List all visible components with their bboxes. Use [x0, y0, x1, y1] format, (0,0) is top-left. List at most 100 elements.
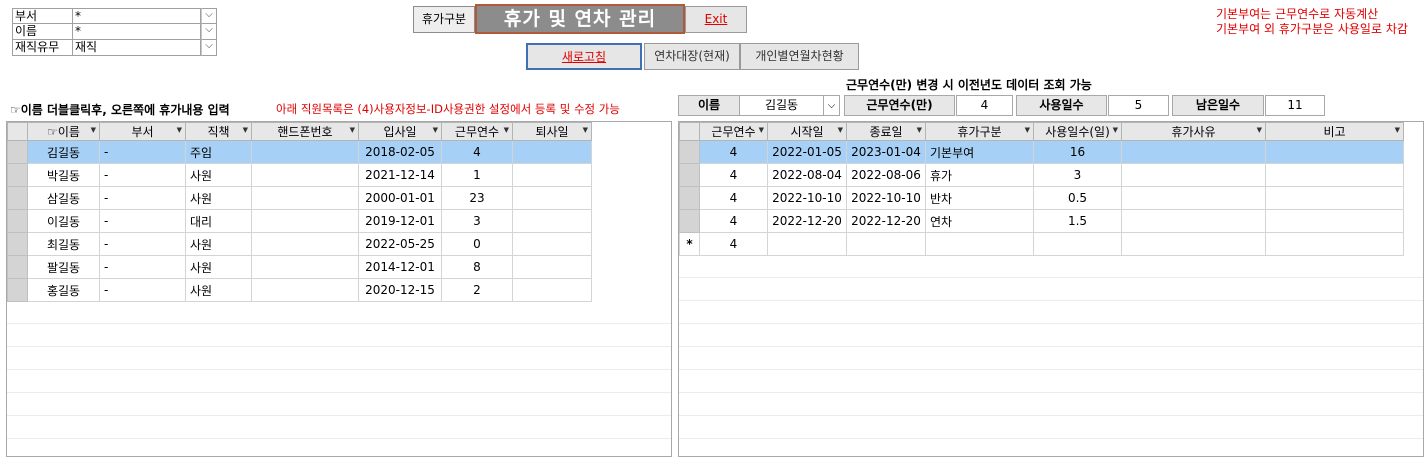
cell-years[interactable]: 23 — [441, 186, 513, 210]
cell-hire-date[interactable]: 2019-12-01 — [358, 209, 442, 233]
row-selector[interactable] — [7, 186, 28, 210]
row-selector[interactable] — [7, 140, 28, 164]
col-header-position[interactable]: 직책 ▼ — [185, 122, 252, 141]
sort-arrow-icon[interactable]: ▼ — [1257, 126, 1262, 134]
exit-button[interactable]: Exit — [685, 6, 747, 33]
row-selector[interactable] — [679, 186, 700, 210]
cell-hire-date[interactable]: 2022-05-25 — [358, 232, 442, 256]
cell-days-used[interactable]: 0.5 — [1033, 186, 1122, 210]
col-header-phone[interactable]: 핸드폰번호 ▼ — [251, 122, 359, 141]
col-header-remarks[interactable]: 비고 ▼ — [1265, 122, 1404, 141]
cell-dept[interactable]: - — [99, 186, 186, 210]
filter-dept-combo[interactable]: * — [73, 8, 201, 24]
table-row[interactable]: 김길동 - 주임 2018-02-05 4 — [7, 140, 592, 164]
cell-start-date[interactable]: 2022-08-04 — [767, 163, 847, 187]
cell-years[interactable]: 4 — [699, 232, 768, 256]
cell-dept[interactable]: - — [99, 163, 186, 187]
cell-years[interactable]: 3 — [441, 209, 513, 233]
table-row[interactable]: 박길동 - 사원 2021-12-14 1 — [7, 163, 592, 187]
cell-remarks[interactable] — [1265, 140, 1404, 164]
cell-leave-date[interactable] — [512, 140, 592, 164]
cell-position[interactable]: 사원 — [185, 255, 252, 279]
cell-leave-type[interactable]: 기본부여 — [925, 140, 1034, 164]
chevron-down-icon[interactable]: ⌵ — [201, 8, 217, 24]
cell-position[interactable]: 사원 — [185, 278, 252, 302]
cell-hire-date[interactable]: 2018-02-05 — [358, 140, 442, 164]
cell-leave-date[interactable] — [512, 278, 592, 302]
table-row[interactable]: 팔길동 - 사원 2014-12-01 8 — [7, 255, 592, 279]
cell-name[interactable]: 삼길동 — [27, 186, 100, 210]
row-selector[interactable] — [7, 255, 28, 279]
cell-remarks[interactable] — [1265, 186, 1404, 210]
cell-years[interactable]: 4 — [699, 209, 768, 233]
cell-dept[interactable]: - — [99, 278, 186, 302]
row-selector[interactable] — [679, 209, 700, 233]
cell-days-used[interactable]: 1.5 — [1033, 209, 1122, 233]
sort-arrow-icon[interactable]: ▼ — [838, 126, 843, 134]
cell-start-date[interactable]: 2022-12-20 — [767, 209, 847, 233]
cell-position[interactable]: 대리 — [185, 209, 252, 233]
sort-arrow-icon[interactable]: ▼ — [504, 126, 509, 134]
cell-days-used[interactable] — [1033, 232, 1122, 256]
select-all-corner[interactable] — [679, 122, 700, 141]
cell-phone[interactable] — [251, 232, 359, 256]
cell-reason[interactable] — [1121, 186, 1266, 210]
cell-dept[interactable]: - — [99, 232, 186, 256]
table-row[interactable]: 이길동 - 대리 2019-12-01 3 — [7, 209, 592, 233]
cell-reason[interactable] — [1121, 163, 1266, 187]
cell-years[interactable]: 8 — [441, 255, 513, 279]
cell-remarks[interactable] — [1265, 163, 1404, 187]
sort-arrow-icon[interactable]: ▼ — [759, 126, 764, 134]
col-header-years[interactable]: 근무연수 ▼ — [699, 122, 768, 141]
sort-arrow-icon[interactable]: ▼ — [583, 126, 588, 134]
cell-leave-date[interactable] — [512, 163, 592, 187]
cell-phone[interactable] — [251, 209, 359, 233]
refresh-button[interactable]: 새로고침 — [526, 43, 642, 70]
table-row[interactable]: 삼길동 - 사원 2000-01-01 23 — [7, 186, 592, 210]
cell-phone[interactable] — [251, 255, 359, 279]
info-name-combo[interactable]: 김길동 — [740, 95, 824, 116]
row-selector[interactable] — [679, 163, 700, 187]
cell-name[interactable]: 박길동 — [27, 163, 100, 187]
cell-position[interactable]: 사원 — [185, 163, 252, 187]
cell-name[interactable]: 홍길동 — [27, 278, 100, 302]
cell-end-date[interactable] — [846, 232, 926, 256]
row-selector[interactable] — [7, 232, 28, 256]
col-header-hire-date[interactable]: 입사일 ▼ — [358, 122, 442, 141]
sort-arrow-icon[interactable]: ▼ — [917, 126, 922, 134]
cell-phone[interactable] — [251, 278, 359, 302]
sort-arrow-icon[interactable]: ▼ — [1025, 126, 1030, 134]
cell-remarks[interactable] — [1265, 232, 1404, 256]
cell-phone[interactable] — [251, 186, 359, 210]
table-row[interactable]: 4 2022-10-10 2022-10-10 반차 0.5 — [679, 186, 1404, 210]
cell-leave-type[interactable]: 반차 — [925, 186, 1034, 210]
sort-arrow-icon[interactable]: ▼ — [1395, 126, 1400, 134]
cell-dept[interactable]: - — [99, 209, 186, 233]
cell-reason[interactable] — [1121, 140, 1266, 164]
cell-leave-type[interactable]: 연차 — [925, 209, 1034, 233]
cell-hire-date[interactable]: 2021-12-14 — [358, 163, 442, 187]
col-header-years[interactable]: 근무연수 ▼ — [441, 122, 513, 141]
cell-leave-type[interactable] — [925, 232, 1034, 256]
table-row[interactable]: 4 2022-12-20 2022-12-20 연차 1.5 — [679, 209, 1404, 233]
sort-arrow-icon[interactable]: ▼ — [433, 126, 438, 134]
col-header-leave-type[interactable]: 휴가구분 ▼ — [925, 122, 1034, 141]
cell-end-date[interactable]: 2022-08-06 — [846, 163, 926, 187]
cell-hire-date[interactable]: 2020-12-15 — [358, 278, 442, 302]
new-record-row[interactable]: * 4 — [679, 232, 1404, 256]
cell-position[interactable]: 사원 — [185, 232, 252, 256]
table-row[interactable]: 4 2022-08-04 2022-08-06 휴가 3 — [679, 163, 1404, 187]
cell-end-date[interactable]: 2022-12-20 — [846, 209, 926, 233]
col-header-dept[interactable]: 부서 ▼ — [99, 122, 186, 141]
filter-status-combo[interactable]: 재직 — [73, 40, 201, 56]
cell-dept[interactable]: - — [99, 140, 186, 164]
cell-years[interactable]: 4 — [699, 140, 768, 164]
cell-leave-date[interactable] — [512, 186, 592, 210]
chevron-down-icon[interactable]: ⌵ — [824, 95, 840, 116]
cell-position[interactable]: 주임 — [185, 140, 252, 164]
chevron-down-icon[interactable]: ⌵ — [201, 40, 217, 56]
cell-name[interactable]: 김길동 — [27, 140, 100, 164]
cell-years[interactable]: 4 — [699, 163, 768, 187]
cell-leave-date[interactable] — [512, 209, 592, 233]
table-row[interactable]: 홍길동 - 사원 2020-12-15 2 — [7, 278, 592, 302]
